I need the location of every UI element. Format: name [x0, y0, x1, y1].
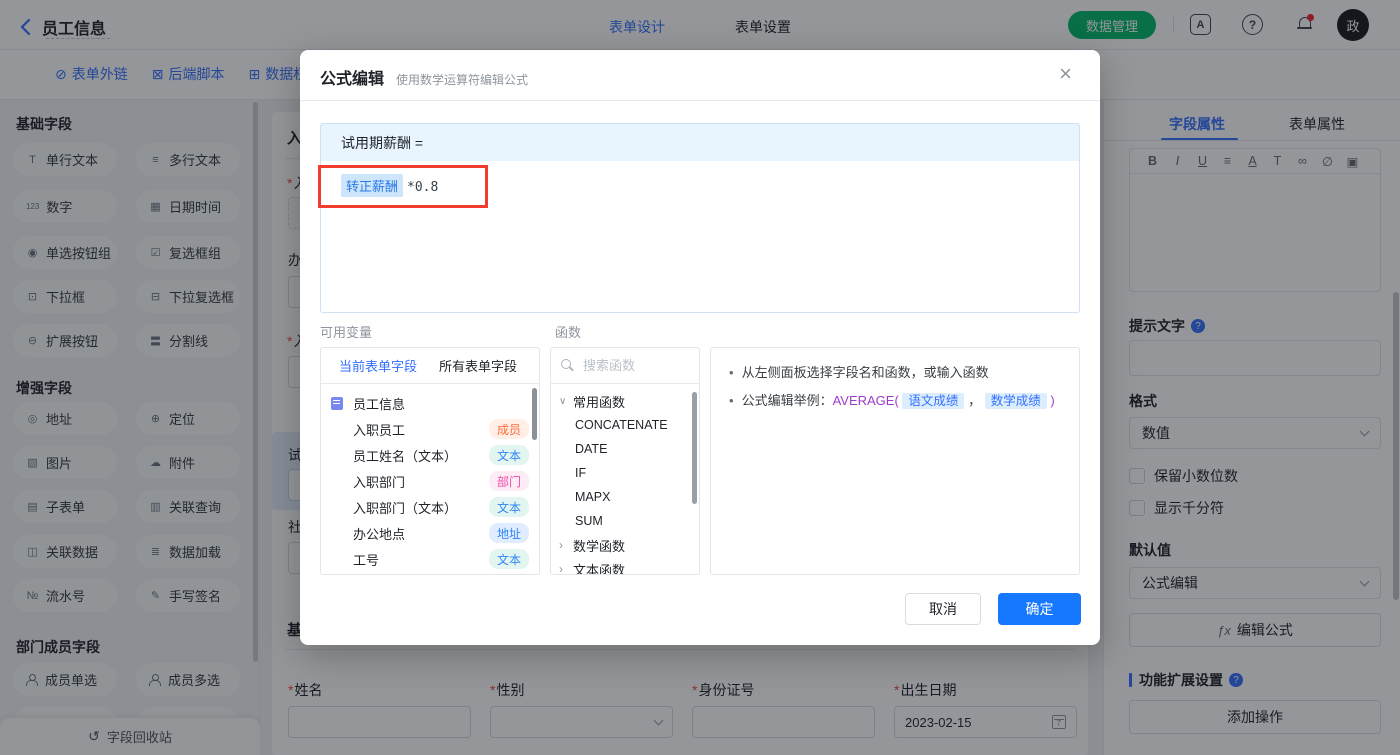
variable-root-row[interactable]: 员工信息 — [321, 390, 539, 416]
formula-edit-modal: 公式编辑 使用数学运算符编辑公式 × 试用期薪酬 = 转正薪酬 *0.8 可用变量… — [300, 50, 1100, 645]
example-field-chip: 数学成绩 — [984, 393, 1047, 410]
variables-tabs: 当前表单字段 所有表单字段 — [321, 348, 539, 384]
function-search[interactable] — [551, 348, 699, 384]
function-name-token: AVERAGE( — [832, 393, 899, 409]
function-item[interactable]: CONCATENATE — [551, 413, 699, 437]
variable-row[interactable]: 工号 文本 — [321, 546, 539, 572]
chevron-down-icon: ∨ — [559, 395, 567, 407]
type-badge: 文本 — [488, 497, 529, 517]
variable-row[interactable]: 入职部门 部门 — [321, 468, 539, 494]
cancel-button[interactable]: 取消 — [905, 593, 981, 625]
variables-scrollbar[interactable] — [532, 388, 537, 440]
modal-title: 公式编辑 — [320, 71, 385, 88]
formula-target: 试用期薪酬 = — [321, 124, 1079, 161]
function-group-common[interactable]: ∨ 常用函数 — [551, 389, 699, 413]
app-root: 员工信息 表单设计 表单设置 数据管理 A ? 政 ⊘ 表单外链 ⊠ 后端脚本 ⊞ 数… — [0, 0, 1400, 755]
variable-row[interactable]: 入职员工 成员 — [321, 416, 539, 442]
example-field-chip: 语文成绩 — [902, 393, 965, 410]
functions-panel: ∨常用函数 CONCATENATE DATE IF MAPX SUM ›数学函数… — [550, 347, 700, 575]
tab-all-form-fields[interactable]: 所有表单字段 — [439, 356, 517, 375]
annotation-red-box — [318, 165, 488, 208]
function-item[interactable]: DATE — [551, 437, 699, 461]
type-badge: 成员 — [488, 419, 529, 439]
variables-panel: 当前表单字段 所有表单字段 员工信息 入职员工 成员 员工姓名（文本） 文本 入职部… — [320, 347, 540, 575]
functions-section-label: 函数 — [555, 325, 582, 340]
modal-subtitle: 使用数学运算符编辑公式 — [396, 73, 529, 87]
function-group-text[interactable]: › 文本函数 — [551, 557, 699, 575]
form-doc-icon — [331, 396, 343, 410]
search-icon — [561, 359, 574, 372]
variable-row[interactable]: 入职部门（文本） 文本 — [321, 494, 539, 520]
function-item[interactable]: IF — [551, 461, 699, 485]
tab-current-form-fields[interactable]: 当前表单字段 — [339, 356, 417, 375]
function-item[interactable]: SUM — [551, 509, 699, 533]
close-icon[interactable]: × — [1053, 62, 1078, 86]
type-badge: 文本 — [488, 445, 529, 465]
type-badge: 地址 — [488, 523, 529, 543]
variables-section-label: 可用变量 — [320, 325, 373, 340]
function-group-math[interactable]: › 数学函数 — [551, 533, 699, 557]
function-item[interactable]: MAPX — [551, 485, 699, 509]
variable-row[interactable]: 员工姓名（文本） 文本 — [321, 442, 539, 468]
confirm-button[interactable]: 确定 — [998, 593, 1081, 625]
modal-header-divider — [300, 100, 1100, 101]
help-line-2: • 公式编辑举例：AVERAGE( 语文成绩 ， 数学成绩 ) — [729, 393, 1055, 410]
formula-help-panel: • 从左侧面板选择字段名和函数，或输入函数 • 公式编辑举例：AVERAGE( 语文… — [710, 347, 1080, 575]
formula-editor[interactable]: 试用期薪酬 = 转正薪酬 *0.8 — [320, 123, 1080, 313]
variable-row[interactable]: 办公地点 地址 — [321, 520, 539, 546]
type-badge: 部门 — [488, 471, 529, 491]
functions-scrollbar[interactable] — [692, 392, 697, 504]
chevron-right-icon: › — [559, 562, 563, 575]
help-line-1: • 从左侧面板选择字段名和函数，或输入函数 — [729, 365, 989, 380]
chevron-right-icon: › — [559, 538, 563, 552]
function-search-input[interactable] — [581, 357, 689, 374]
type-badge: 文本 — [488, 549, 529, 569]
